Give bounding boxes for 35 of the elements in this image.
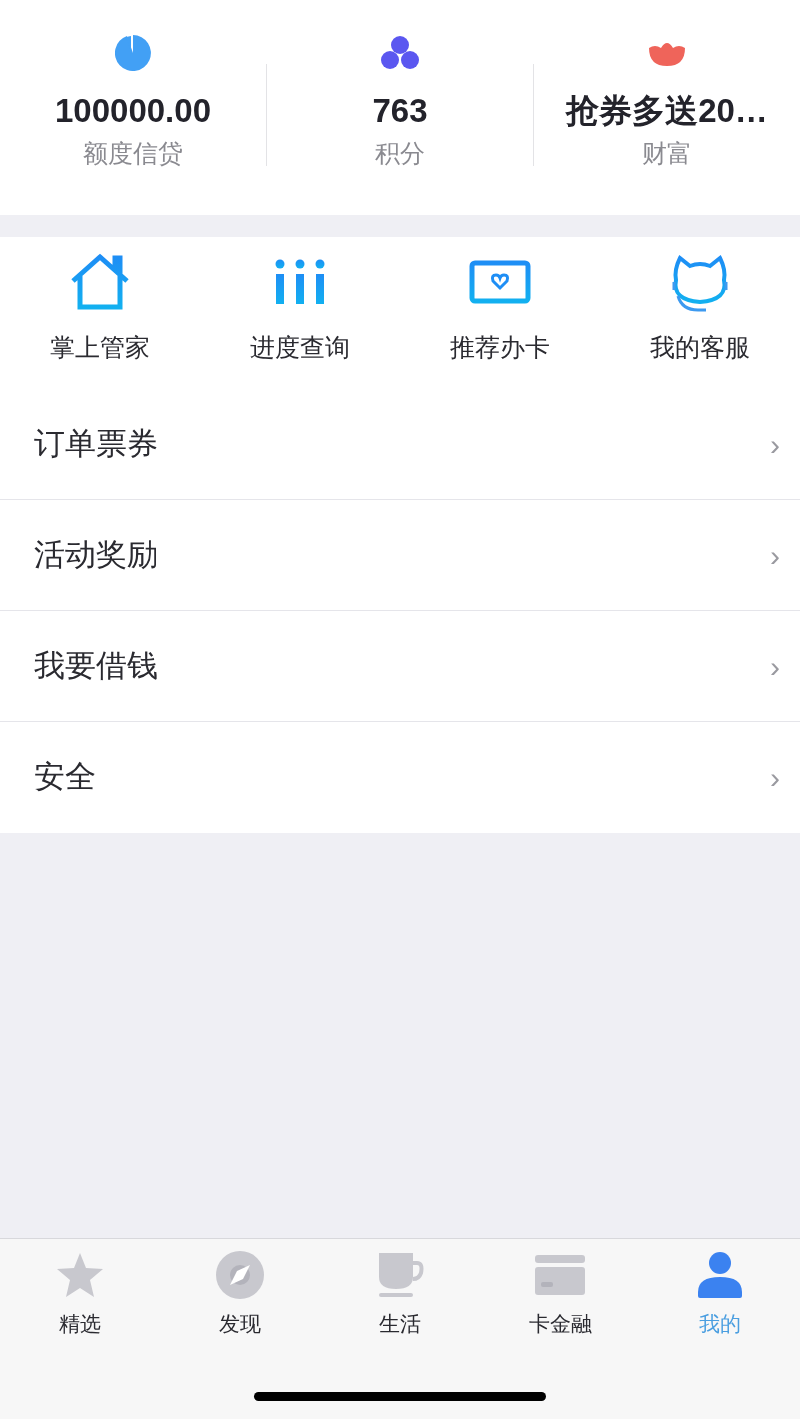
star-icon	[55, 1251, 105, 1299]
stat-label: 额度信贷	[83, 141, 183, 166]
pie-chart-icon	[115, 35, 151, 71]
menu-label: 订单票券	[34, 424, 158, 463]
tab[interactable]: 卡金融	[480, 1249, 640, 1334]
stat-label: 积分	[375, 141, 425, 166]
shortcut-label[interactable]: 推荐办卡	[450, 335, 550, 360]
shortcut-label[interactable]: 进度查询	[250, 335, 350, 360]
compass-icon	[216, 1251, 264, 1299]
person-icon	[698, 1252, 742, 1298]
chevron-icon: ›	[770, 532, 780, 578]
menu-row[interactable]: 我要借钱 ›	[0, 611, 800, 722]
chevron-icon: ›	[770, 421, 780, 467]
heart-card-icon	[469, 260, 531, 304]
menu-label: 安全	[34, 758, 96, 797]
tab[interactable]: 精选	[0, 1249, 160, 1334]
stat-label: 财富	[642, 141, 692, 166]
three-dots-icon	[380, 35, 420, 71]
bars-icon	[274, 258, 326, 306]
menu-label: 我要借钱	[34, 646, 158, 685]
shortcut-label[interactable]: 我的客服	[650, 335, 750, 360]
menu-row[interactable]: 订单票券 ›	[0, 389, 800, 500]
bank-card-icon	[534, 1254, 586, 1296]
tab[interactable]: 发现	[160, 1249, 320, 1334]
stat-value: 抢券多送20…	[566, 94, 768, 127]
menu-row[interactable]: 安全 ›	[0, 722, 800, 833]
house-icon	[69, 253, 131, 311]
shortcut-label[interactable]: 掌上管家	[50, 335, 150, 360]
menu-row[interactable]: 活动奖励 ›	[0, 500, 800, 611]
menu-label: 活动奖励	[34, 535, 158, 574]
tab[interactable]: 生活	[320, 1249, 480, 1334]
chevron-icon: ›	[770, 755, 780, 800]
stat-value: 100000.00	[55, 94, 211, 127]
chevron-icon: ›	[770, 643, 780, 689]
stat-value: 763	[372, 94, 428, 127]
